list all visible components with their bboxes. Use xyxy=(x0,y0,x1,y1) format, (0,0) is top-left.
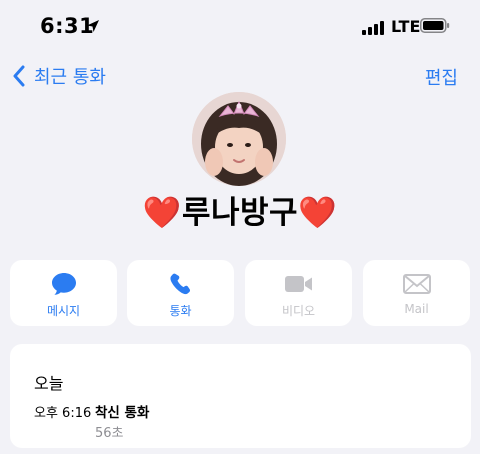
call-button-label: 통화 xyxy=(169,304,192,318)
video-camera-icon xyxy=(284,271,314,297)
call-log-section-title: 오늘 xyxy=(34,374,64,393)
edit-button[interactable]: 편집 xyxy=(425,64,458,90)
call-button[interactable]: 통화 xyxy=(127,260,234,326)
video-button[interactable]: 비디오 xyxy=(245,260,352,326)
network-type: LTE xyxy=(391,17,421,36)
call-time: 오후 6:16 xyxy=(34,406,92,421)
mail-button[interactable]: Mail xyxy=(363,260,470,326)
avatar xyxy=(192,92,286,186)
call-log-card: 오늘 오후 6:16 착신 통화 56초 xyxy=(10,344,471,448)
back-button[interactable]: 최근 통화 xyxy=(12,62,106,90)
location-arrow-icon xyxy=(86,18,100,37)
phone-icon xyxy=(169,271,193,297)
contact-actions: 메시지 통화 비디오 Mail xyxy=(10,260,470,326)
back-label: 최근 통화 xyxy=(34,67,106,88)
contact-call-detail-screen: 6:31 LTE 최근 통화 편집 ❤️루나방구❤️ 메시지 통화 비디오 Ma… xyxy=(0,0,480,454)
video-button-label: 비디오 xyxy=(281,304,316,318)
message-button[interactable]: 메시지 xyxy=(10,260,117,326)
mail-button-label: Mail xyxy=(404,302,429,316)
chevron-left-icon xyxy=(13,65,25,87)
battery-icon xyxy=(420,18,450,37)
call-duration: 56초 xyxy=(95,426,124,441)
mail-envelope-icon xyxy=(402,271,431,297)
call-type: 착신 통화 xyxy=(95,405,150,421)
status-bar: 6:31 LTE xyxy=(0,0,480,52)
message-button-label: 메시지 xyxy=(46,304,81,318)
cellular-signal-icon xyxy=(362,20,384,39)
contact-name: ❤️루나방구❤️ xyxy=(142,195,338,231)
message-bubble-icon xyxy=(51,271,77,297)
